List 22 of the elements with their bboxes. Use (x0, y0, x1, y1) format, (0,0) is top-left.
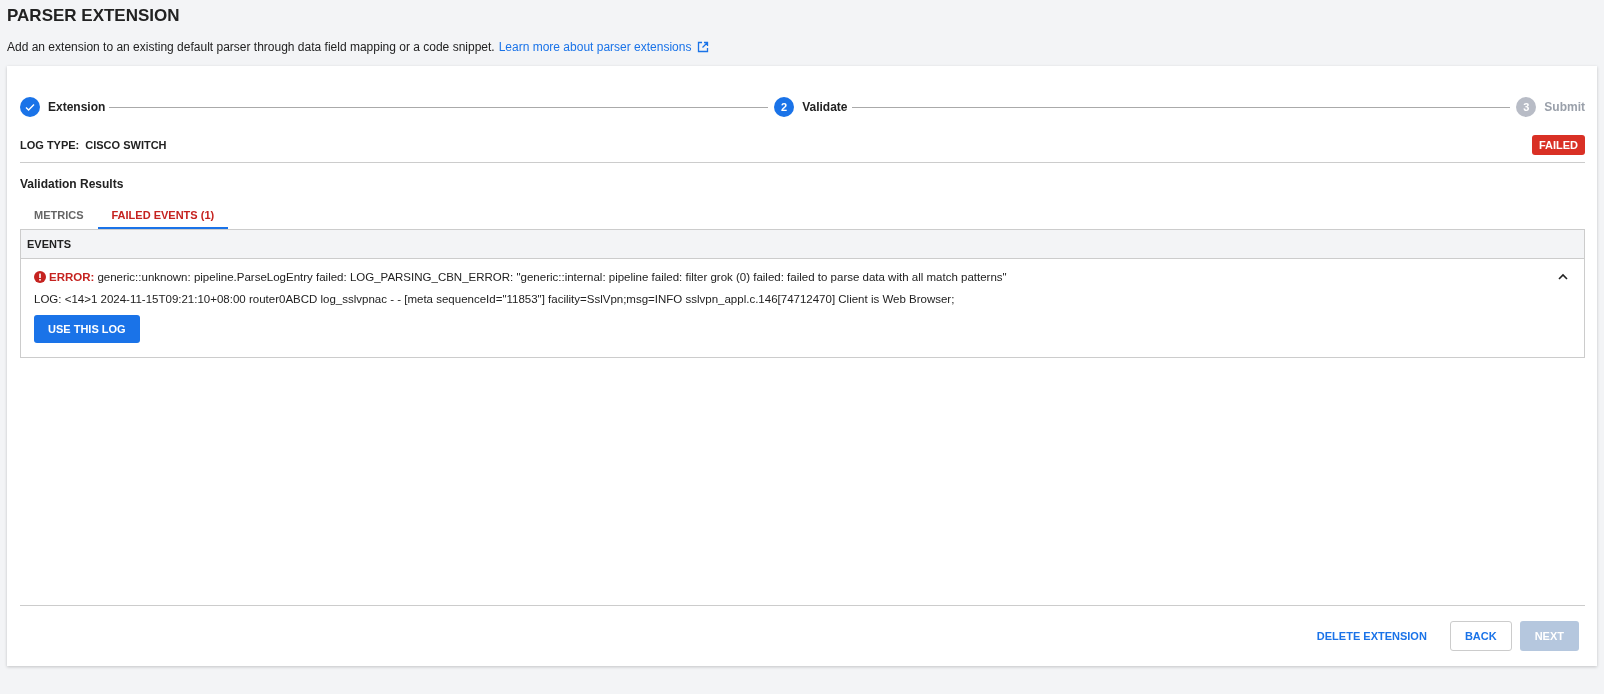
log-type-label: LOG TYPE: (20, 139, 80, 151)
footer-button[interactable]: DELETE EXTENSION (1301, 621, 1442, 651)
step-label: Validate (802, 100, 848, 114)
step-label: Submit (1544, 100, 1585, 114)
external-link-icon (697, 41, 710, 53)
footer-button[interactable]: BACK (1449, 621, 1512, 651)
error-message: generic::unknown: pipeline.ParseLogEntry failed: LOG_PARSING_CBN_ERROR: "generic::internal: pipeline failed: filter grok (0) failed: failed to parse data with all match patterns" (97, 271, 1007, 283)
status-badge: FAILED (1531, 135, 1585, 155)
step-indicator: 2 (774, 97, 795, 117)
step-label: Extension (48, 100, 106, 114)
tab[interactable]: METRICS (20, 201, 98, 229)
page-description: Add an extension to an existing default parser through data field mapping or a code snippet. (7, 40, 495, 54)
error-icon (34, 271, 46, 283)
step-indicator: 3 (1516, 97, 1537, 117)
section-heading: Validation Results (20, 177, 124, 191)
error-label: ERROR: (49, 271, 95, 283)
log-text: LOG: <14>1 2024-11-15T09:21:10+08:00 router0ABCD log_sslvpnac - - [meta sequenceId="11853"] facility=SslVpn;msg=INFO sslvpn_appl.c.146[74712470] Client is Web Browser; (34, 293, 956, 305)
events-header: EVENTS (21, 230, 1584, 259)
use-this-log-button[interactable]: USE THIS LOG (34, 315, 140, 343)
log-type-value: CISCO SWITCH (85, 139, 167, 151)
learn-more-link[interactable]: Learn more about parser extensions (498, 40, 692, 54)
page-title: PARSER EXTENSION (7, 6, 180, 26)
